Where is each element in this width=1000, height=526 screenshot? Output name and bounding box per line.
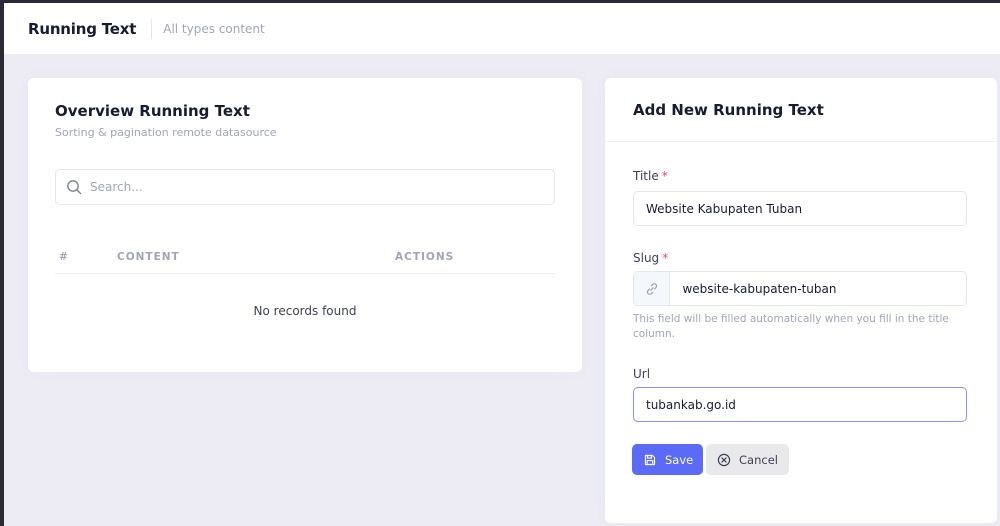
page-title: Running Text <box>28 19 137 38</box>
column-header-actions: ACTIONS <box>395 251 455 263</box>
required-mark: * <box>661 169 668 183</box>
empty-state-text: No records found <box>253 304 357 318</box>
title-label: Title * <box>633 169 668 183</box>
circle-x-icon <box>717 453 731 466</box>
slug-field[interactable] <box>633 271 967 306</box>
save-button[interactable]: Save <box>632 444 703 475</box>
overview-title: Overview Running Text <box>55 102 250 120</box>
title-field[interactable] <box>633 191 967 226</box>
floppy-disk-icon <box>644 454 656 465</box>
url-input[interactable] <box>634 397 966 412</box>
url-field[interactable] <box>633 387 967 422</box>
table-header: # CONTENT ACTIONS <box>55 248 555 274</box>
app-frame: Running Text All types content Overview … <box>0 0 1000 526</box>
required-mark: * <box>662 251 669 265</box>
title-input[interactable] <box>634 201 966 216</box>
url-label-text: Url <box>633 367 651 381</box>
top-header: Running Text All types content <box>4 3 1000 54</box>
slug-input[interactable] <box>670 281 966 296</box>
slug-label-text: Slug <box>633 251 660 265</box>
header-divider <box>151 18 153 39</box>
slug-addon <box>634 272 671 305</box>
column-header-index[interactable]: # <box>59 251 69 263</box>
form-card-header: Add New Running Text <box>605 78 997 142</box>
slug-help-text: This field will be filled automatically … <box>633 313 949 340</box>
url-label: Url <box>633 367 650 381</box>
cancel-button-label: Cancel <box>739 452 778 467</box>
page-subtitle: All types content <box>163 21 265 36</box>
search-box[interactable] <box>55 169 555 205</box>
column-header-content[interactable]: CONTENT <box>117 251 180 263</box>
form-title: Add New Running Text <box>633 101 824 119</box>
cancel-button[interactable]: Cancel <box>706 444 789 475</box>
overview-subtitle: Sorting & pagination remote datasource <box>55 126 277 139</box>
add-form-card: Add New Running Text Title* Slug* This f… <box>605 78 997 523</box>
overview-card: Overview Running Text Sorting & paginati… <box>28 78 582 372</box>
title-label-text: Title <box>633 169 659 183</box>
save-button-label: Save <box>665 452 694 467</box>
link-icon <box>646 282 657 295</box>
slug-label: Slug * <box>633 251 668 265</box>
search-input[interactable] <box>90 180 530 194</box>
search-icon <box>67 180 82 195</box>
